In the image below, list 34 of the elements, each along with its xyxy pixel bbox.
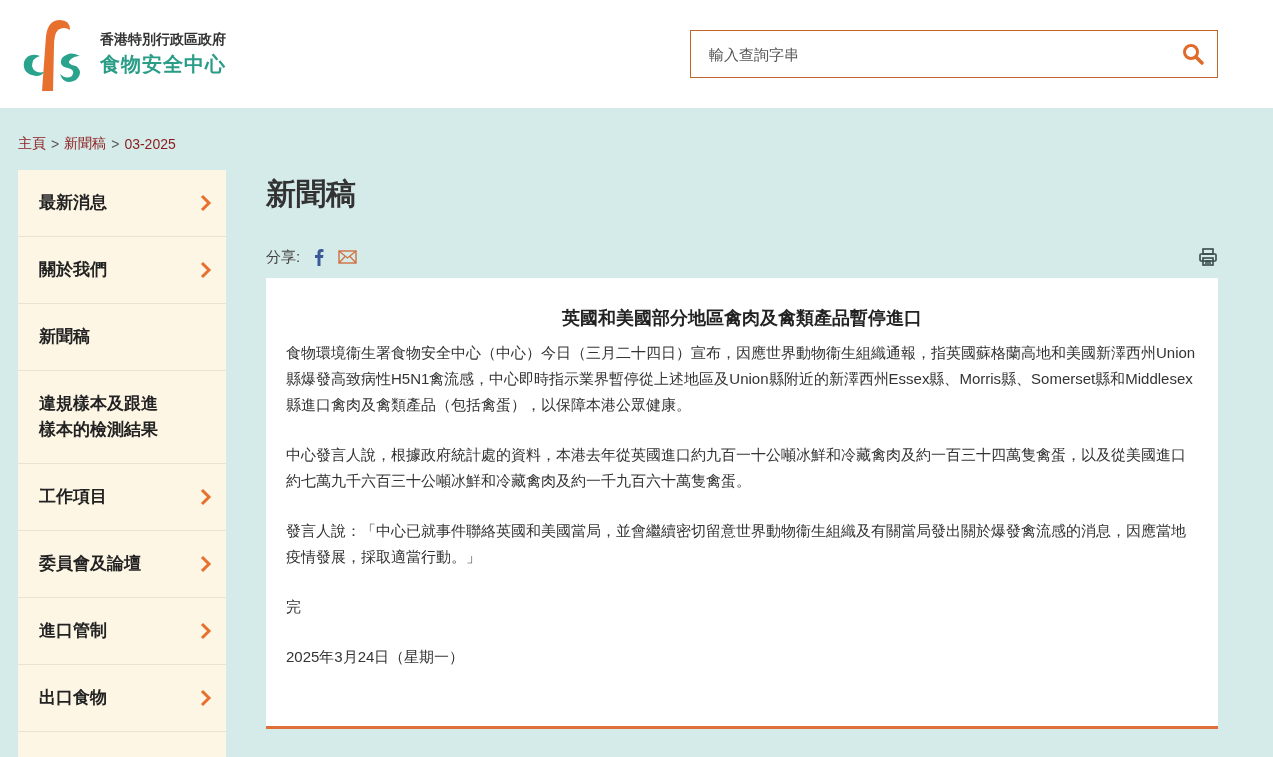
article-paragraph: 完 bbox=[286, 597, 302, 617]
sidebar-item[interactable]: 委員會及論壇 bbox=[18, 531, 226, 598]
breadcrumb-separator: > bbox=[111, 136, 120, 152]
share-label: 分享: bbox=[266, 247, 301, 267]
sidebar-item[interactable]: 出口食物 bbox=[18, 665, 226, 732]
article-paragraph: 2025年3月24日（星期一） bbox=[286, 647, 466, 667]
article-paragraph: 發言人說：「中心已就事件聯絡英國和美國當局，並會繼續密切留意世界動物衞生組織及有關當局發出關於爆發禽流感的消息，因應當地疫情發展，採取適當行動。」 bbox=[286, 521, 1187, 567]
search-field[interactable]: 輸入查詢字串 bbox=[690, 30, 1218, 78]
sidebar-item[interactable]: 新聞稿 bbox=[18, 304, 226, 371]
article-headline: 英國和美國部分地區禽肉及禽類產品暫停進口 bbox=[561, 307, 923, 330]
print-icon[interactable] bbox=[1198, 247, 1218, 267]
article-paragraph: 食物環境衞生署食物安全中心（中心）今日（三月二十四日）宣布，因應世界動物衞生組織通報，指英國蘇格蘭高地和美國新澤西州Union縣爆發高致病性H5N1禽流感，中心即時指示業界暫停從上述地區及Union縣附近的新澤西州Essex縣、Morris縣、Somerset縣和Middlesex縣進口禽肉及禽類產品（包括禽蛋），以保障本港公眾健康。 bbox=[286, 343, 1197, 415]
chevron-right-icon bbox=[200, 488, 212, 506]
mail-icon[interactable] bbox=[338, 250, 358, 264]
chevron-right-icon bbox=[200, 555, 212, 573]
sidebar-item[interactable]: 關於我們 bbox=[18, 237, 226, 304]
chevron-right-icon bbox=[200, 261, 212, 279]
chevron-right-icon bbox=[200, 689, 212, 707]
breadcrumb-link[interactable]: 03-2025 bbox=[124, 136, 176, 152]
article-paragraph: 中心發言人說，根據政府統計處的資料，本港去年從英國進口約九百一十公噸冰鮮和冷藏禽肉及約一百三十四萬隻禽蛋，以及從美國進口約七萬九千六百三十公噸冰鮮和冷藏禽肉及約一千九百六十萬隻禽蛋。 bbox=[286, 445, 1187, 491]
sidebar-item[interactable]: 進口管制 bbox=[18, 598, 226, 665]
breadcrumb-link[interactable]: 主頁 bbox=[18, 135, 46, 153]
site-name: 食物安全中心 bbox=[100, 51, 226, 77]
sidebar-item[interactable]: 最新消息 bbox=[18, 170, 226, 237]
sidebar-item[interactable]: 違規樣本及跟進樣本的檢測結果 bbox=[18, 371, 226, 464]
page-title: 新聞稿 bbox=[266, 176, 357, 212]
facebook-icon[interactable] bbox=[314, 248, 325, 266]
chevron-right-icon bbox=[200, 194, 212, 212]
breadcrumb-separator: > bbox=[51, 136, 60, 152]
search-icon[interactable] bbox=[1182, 43, 1204, 65]
sidebar-item[interactable]: 工作項目 bbox=[18, 464, 226, 531]
chevron-right-icon bbox=[200, 622, 212, 640]
org-name: 香港特別行政區政府 bbox=[100, 30, 226, 49]
breadcrumb-link[interactable]: 新聞稿 bbox=[64, 135, 107, 153]
